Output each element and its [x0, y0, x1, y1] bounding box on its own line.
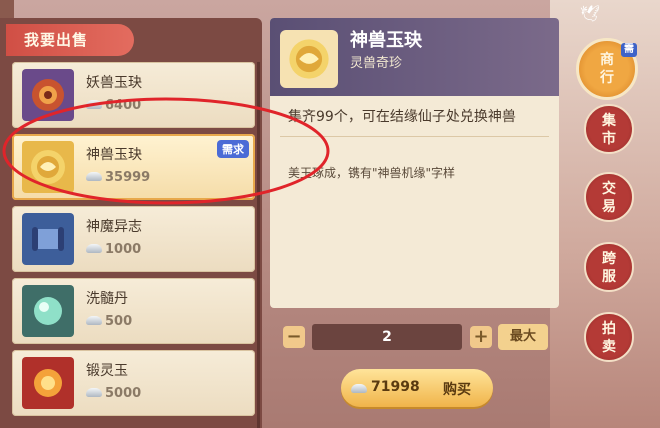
nav-shop-button[interactable]: 商行 需 [576, 38, 638, 100]
demand-badge: 需求 [217, 140, 249, 158]
nav-market-button[interactable]: 集市 [584, 104, 634, 154]
detail-description: 集齐99个，可在结缘仙子处兑换神兽 [288, 109, 516, 125]
bird-icon: 🕊 [580, 4, 601, 23]
item-price: 6400 [86, 98, 141, 113]
silver-ingot-icon [86, 172, 102, 181]
list-item-selected[interactable]: 神兽玉玦 35999 需求 [12, 134, 255, 200]
nav-label: 拍卖 [602, 321, 616, 355]
item-name: 神魔异志 [86, 219, 142, 235]
list-scrollbar[interactable] [257, 62, 260, 428]
silver-ingot-icon [86, 244, 102, 253]
gold-jade-icon [22, 141, 74, 193]
item-detail-panel: 神兽玉玦 灵兽奇珍 集齐99个，可在结缘仙子处兑换神兽 美玉琢成，镌有"神兽机缘… [270, 18, 559, 308]
list-item[interactable]: 妖兽玉玦 6400 [12, 62, 255, 128]
nav-label: 跨服 [602, 251, 616, 285]
item-name: 洗髓丹 [86, 291, 128, 307]
buy-button[interactable]: 71998 购买 [341, 369, 493, 407]
nav-label: 商行 [600, 52, 614, 86]
demand-badge: 需 [621, 43, 637, 57]
item-price: 1000 [86, 242, 141, 257]
gold-jade-icon [280, 30, 338, 88]
scroll-icon [22, 213, 74, 265]
nav-label: 交易 [602, 181, 616, 215]
green-pill-icon [22, 285, 74, 337]
silver-ingot-icon [86, 388, 102, 397]
silver-ingot-icon [351, 384, 367, 393]
quantity-field[interactable]: 2 [312, 324, 462, 350]
detail-flavor-text: 美玉琢成，镌有"神兽机缘"字样 [288, 166, 456, 180]
item-name: 妖兽玉玦 [86, 75, 142, 91]
silver-ingot-icon [86, 100, 102, 109]
red-jade-icon [22, 69, 74, 121]
total-price: 71998 [371, 379, 420, 395]
list-item[interactable]: 神魔异志 1000 [12, 206, 255, 272]
nav-crossserver-button[interactable]: 跨服 [584, 242, 634, 292]
detail-header: 神兽玉玦 灵兽奇珍 [270, 18, 559, 96]
divider [280, 136, 549, 137]
quantity-increase-button[interactable]: + [470, 326, 492, 348]
item-name: 神兽玉玦 [86, 147, 142, 163]
sell-panel-title: 我要出售 [6, 24, 134, 56]
nav-auction-button[interactable]: 拍卖 [584, 312, 634, 362]
item-list: 妖兽玉玦 6400 神兽玉玦 35999 需求 神魔异志 1000 洗髓丹 50… [12, 62, 255, 428]
nav-trade-button[interactable]: 交易 [584, 172, 634, 222]
max-quantity-button[interactable]: 最大 [498, 324, 548, 350]
item-price: 500 [86, 314, 132, 329]
item-price: 35999 [86, 170, 150, 185]
list-item[interactable]: 锻灵玉 5000 [12, 350, 255, 416]
detail-title: 神兽玉玦 [350, 30, 422, 51]
item-price: 5000 [86, 386, 141, 401]
list-item[interactable]: 洗髓丹 500 [12, 278, 255, 344]
orange-orb-icon [22, 357, 74, 409]
silver-ingot-icon [86, 316, 102, 325]
detail-subtitle: 灵兽奇珍 [350, 56, 403, 71]
nav-label: 集市 [602, 113, 616, 147]
item-name: 锻灵玉 [86, 363, 128, 379]
buy-label: 购买 [443, 382, 471, 398]
quantity-decrease-button[interactable]: − [283, 326, 305, 348]
